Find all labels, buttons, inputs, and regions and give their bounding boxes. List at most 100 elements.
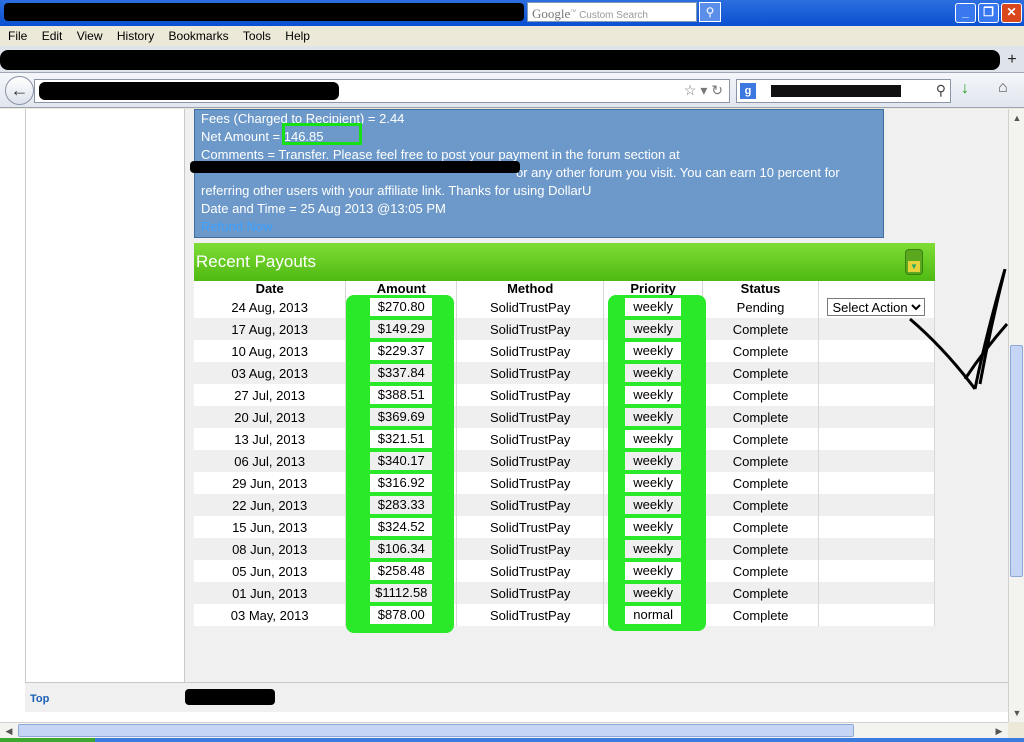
cell-date: 10 Aug, 2013 [194, 340, 347, 362]
cell-status: Complete [702, 516, 819, 538]
highlight-text-window: weekly [625, 298, 682, 316]
google-brand-label: Google [532, 6, 571, 21]
cell-date: 24 Aug, 2013 [194, 296, 347, 318]
cell-date: 17 Aug, 2013 [194, 318, 347, 340]
scroll-down-arrow-icon[interactable]: ▼ [1010, 706, 1024, 720]
menu-file[interactable]: File [8, 26, 27, 43]
table-row: 29 Jun, 2013 $316.92 SolidTrustPay weekly Co… [194, 472, 936, 494]
highlight-text-window: $369.69 [370, 408, 433, 426]
cell-status: Complete [702, 428, 819, 450]
table-row: 20 Jul, 2013 $369.69 SolidTrustPay weekly Co… [194, 406, 936, 428]
cell-method: SolidTrustPay [456, 406, 605, 428]
highlight-text-window: $106.34 [370, 540, 433, 558]
menu-help[interactable]: Help [285, 26, 310, 43]
horizontal-scroll-thumb[interactable] [18, 724, 854, 737]
cell-method: SolidTrustPay [456, 428, 605, 450]
home-icon[interactable]: ⌂ [998, 79, 1008, 97]
highlight-text-window: weekly [625, 430, 682, 448]
menu-bookmarks[interactable]: Bookmarks [169, 26, 229, 43]
cell-status: Complete [702, 494, 819, 516]
back-arrow-icon[interactable]: ← [5, 76, 34, 105]
cell-method: SolidTrustPay [456, 472, 605, 494]
highlight-text-window: weekly [625, 408, 682, 426]
black-check-scribble [909, 269, 1008, 390]
menu-view[interactable]: View [77, 26, 103, 43]
start-button[interactable] [0, 738, 95, 742]
vertical-scrollbar[interactable]: ▲ ▼ [1008, 109, 1024, 722]
cell-date: 03 Aug, 2013 [194, 362, 347, 384]
google-custom-search-input[interactable]: Google™ Custom Search [527, 2, 697, 22]
google-icon[interactable]: g [740, 83, 756, 99]
highlight-text-window: weekly [625, 320, 682, 338]
column-priority: Priority [603, 281, 704, 296]
cell-method: SolidTrustPay [456, 362, 605, 384]
highlight-text-window: weekly [625, 562, 682, 580]
cell-action [818, 604, 936, 626]
redacted-search-text [771, 85, 901, 97]
highlight-text-window: $229.37 [370, 342, 433, 360]
cell-status: Complete [702, 384, 819, 406]
cell-method: SolidTrustPay [456, 340, 605, 362]
cell-status: Complete [702, 362, 819, 384]
cell-status: Complete [702, 582, 819, 604]
highlight-text-window: $1112.58 [370, 584, 433, 602]
menu-history[interactable]: History [117, 26, 154, 43]
date-time-line: Date and Time = 25 Aug 2013 @13:05 PM [201, 201, 446, 216]
table-row: 13 Jul, 2013 $321.51 SolidTrustPay weekly Co… [194, 428, 936, 450]
cell-status: Complete [702, 340, 819, 362]
table-row: 17 Aug, 2013 $149.29 SolidTrustPay weekly Co… [194, 318, 936, 340]
highlight-text-window: $340.17 [370, 452, 433, 470]
comments-line-3: referring other users with your affiliat… [201, 183, 592, 198]
highlight-text-window: weekly [625, 496, 682, 514]
scroll-right-arrow-icon[interactable]: ▶ [992, 724, 1006, 738]
cell-date: 29 Jun, 2013 [194, 472, 347, 494]
cell-method: SolidTrustPay [456, 384, 605, 406]
refund-now-link[interactable]: Refund Now [201, 218, 877, 236]
page-content: Fees (Charged to Recipient) = 2.44 Net A… [0, 109, 1008, 722]
cell-date: 15 Jun, 2013 [194, 516, 347, 538]
bookmark-star-icon[interactable]: ☆ ▾ ↻ [684, 82, 723, 99]
cell-method: SolidTrustPay [456, 494, 605, 516]
column-amount: Amount [345, 281, 458, 296]
table-row: 10 Aug, 2013 $229.37 SolidTrustPay weekly Co… [194, 340, 936, 362]
table-row: 05 Jun, 2013 $258.48 SolidTrustPay weekly Co… [194, 560, 936, 582]
menu-tools[interactable]: Tools [243, 26, 271, 43]
menu-edit[interactable]: Edit [42, 26, 63, 43]
download-arrow-icon[interactable]: ↓ [961, 80, 969, 98]
highlight-text-window: weekly [625, 386, 682, 404]
highlight-text-window: $337.84 [370, 364, 433, 382]
close-button[interactable]: ✕ [1001, 3, 1022, 23]
new-tab-button[interactable]: + [1002, 50, 1022, 70]
tab-strip: + [0, 46, 1024, 73]
table-row: 24 Aug, 2013 $270.80 SolidTrustPay weekly Pe… [194, 296, 936, 318]
green-highlight-net-amount [282, 123, 362, 145]
address-bar[interactable]: ☆ ▾ ↻ [34, 79, 730, 103]
payouts-table: Date Amount Method Priority Status 24 Au… [194, 281, 936, 626]
left-sidebar [25, 109, 185, 712]
maximize-button[interactable]: ❐ [978, 3, 999, 23]
scroll-left-arrow-icon[interactable]: ◀ [2, 724, 16, 738]
highlight-text-window: weekly [625, 584, 682, 602]
cell-status: Complete [702, 318, 819, 340]
table-header-row: Date Amount Method Priority Status [194, 281, 936, 296]
minimize-button[interactable]: _ [955, 3, 976, 23]
cell-status: Complete [702, 450, 819, 472]
redacted-tabs[interactable] [0, 50, 1000, 70]
cell-status: Complete [702, 560, 819, 582]
table-row: 01 Jun, 2013 $1112.58 SolidTrustPay weekly C… [194, 582, 936, 604]
cell-status: Complete [702, 472, 819, 494]
highlight-text-window: weekly [625, 342, 682, 360]
navigation-bar: ← ☆ ▾ ↻ g ⚲ [0, 73, 1024, 108]
table-row: 06 Jul, 2013 $340.17 SolidTrustPay weekly Co… [194, 450, 936, 472]
magnifier-icon[interactable]: ⚲ [936, 82, 946, 99]
search-icon[interactable]: ⚲ [699, 2, 721, 22]
google-search-bar[interactable]: g ⚲ [736, 79, 951, 103]
table-row: 15 Jun, 2013 $324.52 SolidTrustPay weekly Co… [194, 516, 936, 538]
recent-payouts-panel: Recent Payouts ▼ Date Amount Method Prio… [194, 243, 936, 626]
table-row: 22 Jun, 2013 $283.33 SolidTrustPay weekly Co… [194, 494, 936, 516]
horizontal-scrollbar[interactable]: ◀ ▶ [0, 722, 1008, 738]
vertical-scroll-thumb[interactable] [1010, 345, 1023, 577]
highlight-text-window: $388.51 [370, 386, 433, 404]
top-link[interactable]: Top [30, 693, 49, 705]
scroll-up-arrow-icon[interactable]: ▲ [1010, 111, 1024, 125]
